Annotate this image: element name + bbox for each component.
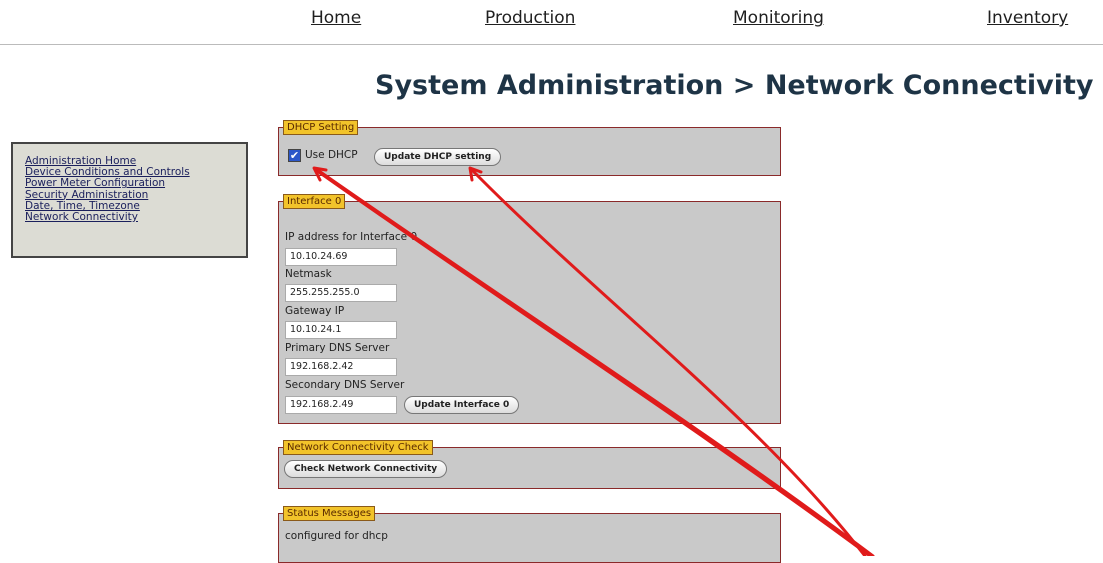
nav-monitoring-link[interactable]: Monitoring bbox=[733, 8, 824, 28]
netmask-input[interactable]: 255.255.255.0 bbox=[285, 284, 397, 302]
secondary-dns-label: Secondary DNS Server bbox=[285, 379, 405, 391]
ip-address-label: IP address for Interface 0 bbox=[285, 231, 418, 243]
connectivity-check-panel: Network Connectivity Check Check Network… bbox=[278, 440, 781, 489]
gateway-ip-label: Gateway IP bbox=[285, 305, 345, 317]
nav-production-link[interactable]: Production bbox=[485, 8, 575, 28]
netmask-label: Netmask bbox=[285, 268, 332, 280]
dhcp-setting-legend: DHCP Setting bbox=[283, 120, 359, 135]
check-connectivity-button[interactable]: Check Network Connectivity bbox=[284, 460, 448, 478]
sidebar-item-power-meter[interactable]: Power Meter Configuration bbox=[25, 178, 246, 189]
use-dhcp-label: Use DHCP bbox=[305, 149, 358, 161]
nav-home-link[interactable]: Home bbox=[311, 8, 361, 28]
interface-0-legend: Interface 0 bbox=[283, 194, 346, 209]
nav-inventory-link[interactable]: Inventory bbox=[987, 8, 1068, 28]
primary-dns-input[interactable]: 192.168.2.42 bbox=[285, 358, 397, 376]
secondary-dns-input[interactable]: 192.168.2.49 bbox=[285, 396, 397, 414]
status-messages-legend: Status Messages bbox=[283, 506, 376, 521]
gateway-ip-input[interactable]: 10.10.24.1 bbox=[285, 321, 397, 339]
primary-dns-label: Primary DNS Server bbox=[285, 342, 390, 354]
admin-sidebar: Administration Home Device Conditions an… bbox=[11, 142, 248, 258]
dhcp-setting-panel: DHCP Setting ✔ Use DHCP Update DHCP sett… bbox=[278, 120, 781, 176]
sidebar-item-network-connectivity[interactable]: Network Connectivity bbox=[25, 211, 246, 223]
update-dhcp-button[interactable]: Update DHCP setting bbox=[374, 148, 502, 166]
page-title: System Administration > Network Connecti… bbox=[375, 70, 1094, 101]
top-navigation: Home Production Monitoring Inventory bbox=[0, 0, 1103, 45]
connectivity-check-legend: Network Connectivity Check bbox=[283, 440, 433, 455]
use-dhcp-checkbox[interactable]: ✔ bbox=[288, 149, 301, 162]
status-message-text: configured for dhcp bbox=[285, 530, 388, 542]
ip-address-input[interactable]: 10.10.24.69 bbox=[285, 248, 397, 266]
update-interface-button[interactable]: Update Interface 0 bbox=[404, 396, 520, 414]
interface-0-panel: Interface 0 IP address for Interface 0 1… bbox=[278, 194, 781, 424]
